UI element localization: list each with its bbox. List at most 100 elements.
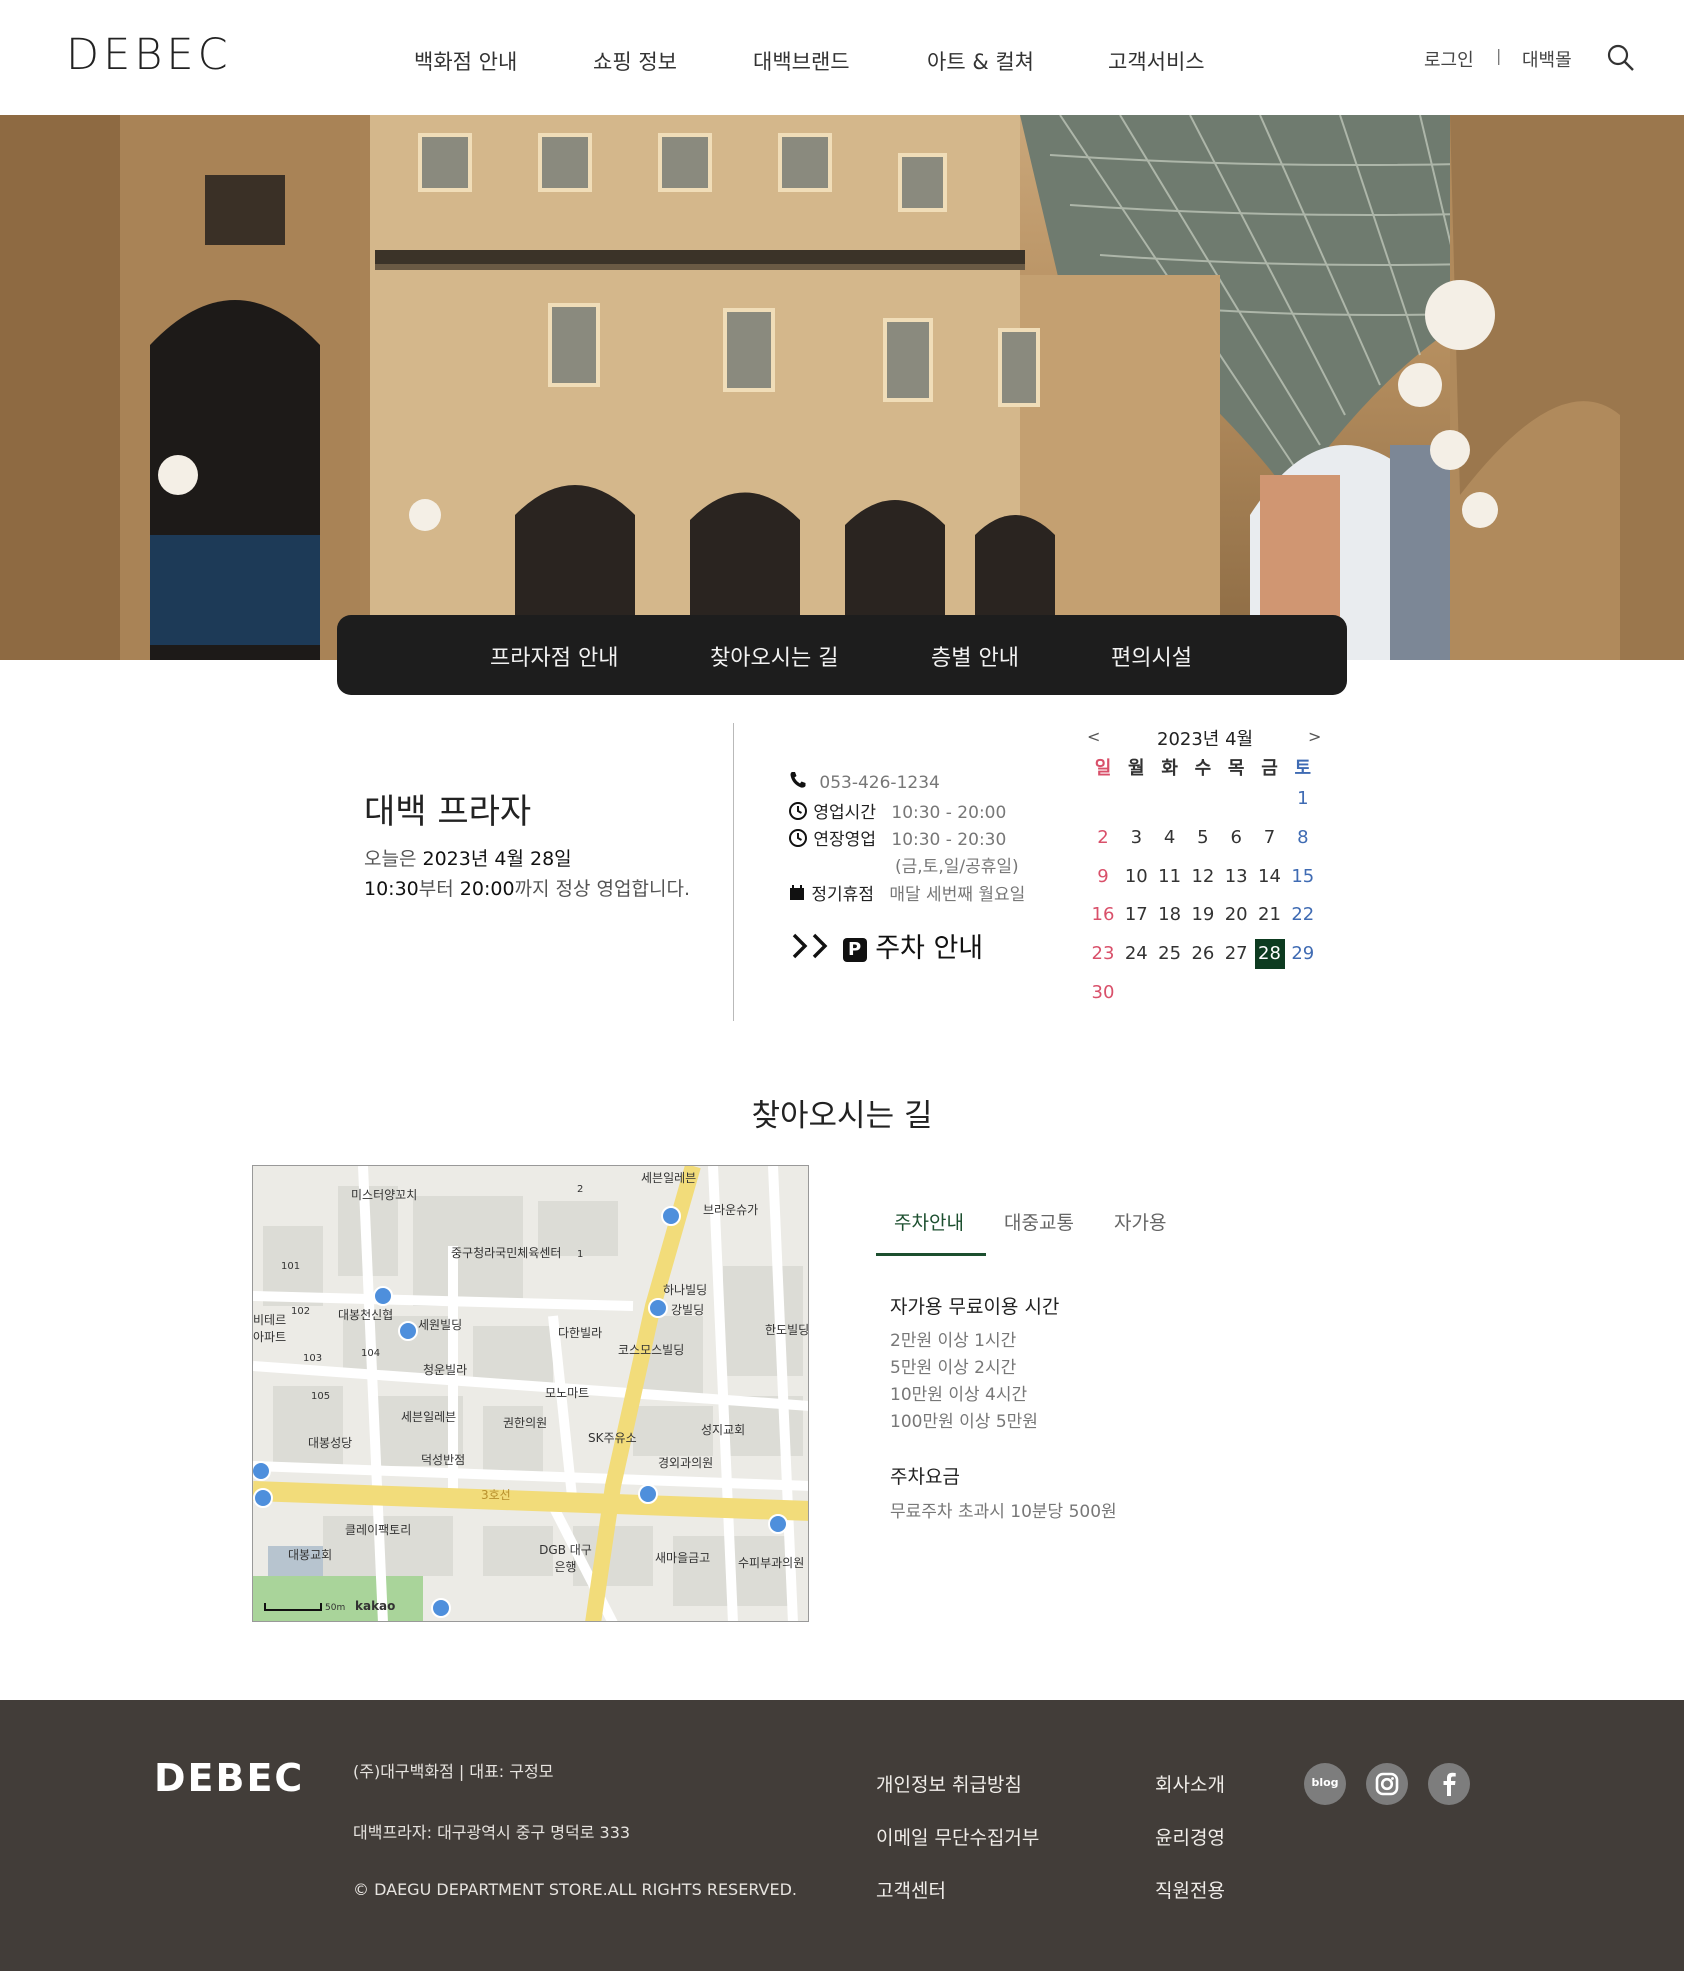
sub-nav-bar: 프라자점 안내 찾아오시는 길 층별 안내 편의시설 <box>337 615 1347 695</box>
map-label: 강빌딩 <box>671 1303 705 1317</box>
footer-link-customer-center[interactable]: 고객센터 <box>876 1876 946 1903</box>
calendar-title: 2023년 4월 <box>1157 729 1254 750</box>
calendar-weekday: 목 <box>1227 758 1245 779</box>
parking-guide-label: 주차 안내 <box>875 933 984 964</box>
calendar-day[interactable]: 1 <box>1288 784 1318 814</box>
mall-link[interactable]: 대백몰 <box>1522 46 1572 72</box>
map-label: 미스터양꼬치 <box>351 1188 418 1202</box>
util-separator: | <box>1496 46 1502 65</box>
map-label: 101 <box>281 1261 301 1272</box>
calendar-weekday: 토 <box>1294 758 1312 779</box>
hours-label: 영업시간 <box>813 803 876 823</box>
location-map[interactable]: 미스터양꼬치 세븐일레븐 브라운슈가 중구청라국민체육센터 하나빌딩 대봉천신협… <box>252 1165 809 1622</box>
footer-address: 대백프라자: 대구광역시 중구 명덕로 333 <box>353 1823 631 1842</box>
free-parking-line: 100만원 이상 5만원 <box>890 1412 1038 1432</box>
footer-copyright: © DAEGU DEPARTMENT STORE.ALL RIGHTS RESE… <box>353 1880 798 1899</box>
calendar-day[interactable]: 26 <box>1188 939 1218 969</box>
subnav-item-directions[interactable]: 찾아오시는 길 <box>710 640 838 672</box>
map-label: 1 <box>577 1249 584 1260</box>
map-label: 코스모스빌딩 <box>618 1343 685 1357</box>
phone-icon <box>788 770 808 795</box>
map-label: 103 <box>303 1353 323 1364</box>
tab-car[interactable]: 자가용 <box>1114 1208 1166 1235</box>
subnav-item-facilities[interactable]: 편의시설 <box>1111 640 1192 672</box>
blog-icon-text: blog <box>1311 1776 1339 1789</box>
calendar-day-today[interactable]: 28 <box>1254 939 1285 970</box>
calendar-day[interactable]: 13 <box>1221 862 1251 892</box>
phone-row: 053-426-1234 <box>788 770 940 795</box>
nav-item-store-info[interactable]: 백화점 안내 <box>414 46 517 76</box>
map-label: 2 <box>577 1184 584 1195</box>
footer-link-ethics[interactable]: 윤리경영 <box>1155 1823 1225 1850</box>
footer-link-privacy[interactable]: 개인정보 취급방침 <box>876 1770 1022 1797</box>
calendar-day[interactable]: 11 <box>1155 862 1185 892</box>
nav-item-brand[interactable]: 대백브랜드 <box>753 46 850 76</box>
nav-item-shopping[interactable]: 쇼핑 정보 <box>593 46 677 76</box>
tab-public-transport[interactable]: 대중교통 <box>1004 1208 1074 1235</box>
calendar-day[interactable]: 12 <box>1188 862 1218 892</box>
map-label: 권한의원 <box>503 1416 548 1430</box>
nav-item-art-culture[interactable]: 아트 & 컬쳐 <box>927 46 1034 76</box>
map-label: 3호선 <box>481 1488 511 1502</box>
parking-guide-link[interactable]: P 주차 안내 <box>790 926 983 967</box>
footer-link-staff[interactable]: 직원전용 <box>1155 1876 1225 1903</box>
parking-icon: P <box>842 937 867 962</box>
blog-icon[interactable]: blog <box>1304 1763 1346 1805</box>
calendar-day[interactable]: 19 <box>1188 900 1218 930</box>
map-label: 세원빌딩 <box>418 1318 463 1332</box>
calendar-prev-button[interactable]: < <box>1087 727 1100 746</box>
free-parking-line: 10만원 이상 4시간 <box>890 1385 1028 1405</box>
parking-fee-line: 무료주차 초과시 10분당 500원 <box>890 1502 1117 1522</box>
calendar-day[interactable]: 23 <box>1088 939 1118 969</box>
calendar-day[interactable]: 30 <box>1088 978 1118 1008</box>
map-label: 한도빌딩 <box>765 1323 809 1337</box>
calendar-day[interactable]: 18 <box>1155 900 1185 930</box>
map-label: 새마을금고 <box>655 1551 711 1565</box>
extended-hours-note: (금,토,일/공휴일) <box>895 852 1019 877</box>
footer-link-company[interactable]: 회사소개 <box>1155 1770 1225 1797</box>
phone-number[interactable]: 053-426-1234 <box>819 773 939 793</box>
calendar-day[interactable]: 16 <box>1088 900 1118 930</box>
map-label: 105 <box>311 1391 331 1402</box>
active-tab-indicator <box>876 1253 986 1256</box>
extended-note-text: (금,토,일/공휴일) <box>895 857 1019 877</box>
close-time: 20:00 <box>459 878 515 900</box>
closed-day-label: 정기휴점 <box>811 885 874 905</box>
calendar-day[interactable]: 4 <box>1155 823 1185 853</box>
calendar-day[interactable]: 24 <box>1121 939 1151 969</box>
calendar-day[interactable]: 29 <box>1288 939 1318 969</box>
calendar-day[interactable]: 15 <box>1288 862 1318 892</box>
calendar-day[interactable]: 22 <box>1288 900 1318 930</box>
calendar-day[interactable]: 3 <box>1121 823 1151 853</box>
calendar-day[interactable]: 8 <box>1288 823 1318 853</box>
subnav-item-floor-guide[interactable]: 층별 안내 <box>931 640 1019 672</box>
map-label: 경외과의원 <box>658 1456 714 1470</box>
calendar-day[interactable]: 21 <box>1255 900 1285 930</box>
today-date-line: 오늘은 2023년 4월 28일 <box>364 844 572 871</box>
tab-parking[interactable]: 주차안내 <box>894 1208 964 1235</box>
calendar-day[interactable]: 9 <box>1088 862 1118 892</box>
calendar-day[interactable]: 5 <box>1188 823 1218 853</box>
instagram-icon[interactable] <box>1366 1763 1408 1805</box>
search-icon[interactable] <box>1606 43 1636 73</box>
directions-tabs: 주차안내 대중교통 자가용 <box>876 1208 1176 1256</box>
nav-item-customer-service[interactable]: 고객서비스 <box>1108 46 1205 76</box>
calendar-day[interactable]: 27 <box>1221 939 1251 969</box>
calendar-day[interactable]: 7 <box>1255 823 1285 853</box>
calendar-next-button[interactable]: > <box>1308 727 1321 746</box>
double-chevron-right-icon <box>790 932 834 967</box>
calendar-day[interactable]: 2 <box>1088 823 1118 853</box>
calendar-weekday: 일 <box>1094 758 1112 779</box>
subnav-item-store-guide[interactable]: 프라자점 안내 <box>490 640 618 672</box>
login-link[interactable]: 로그인 <box>1424 46 1474 72</box>
calendar-day[interactable]: 17 <box>1121 900 1151 930</box>
map-label: 브라운슈가 <box>703 1203 759 1217</box>
facebook-icon[interactable] <box>1428 1763 1470 1805</box>
hours-value: 10:30 - 20:00 <box>891 803 1007 823</box>
calendar-day[interactable]: 10 <box>1121 862 1151 892</box>
calendar-day[interactable]: 20 <box>1221 900 1251 930</box>
calendar-day[interactable]: 6 <box>1221 823 1251 853</box>
calendar-day[interactable]: 25 <box>1155 939 1185 969</box>
calendar-day[interactable]: 14 <box>1255 862 1285 892</box>
footer-link-email-refusal[interactable]: 이메일 무단수집거부 <box>876 1823 1039 1850</box>
